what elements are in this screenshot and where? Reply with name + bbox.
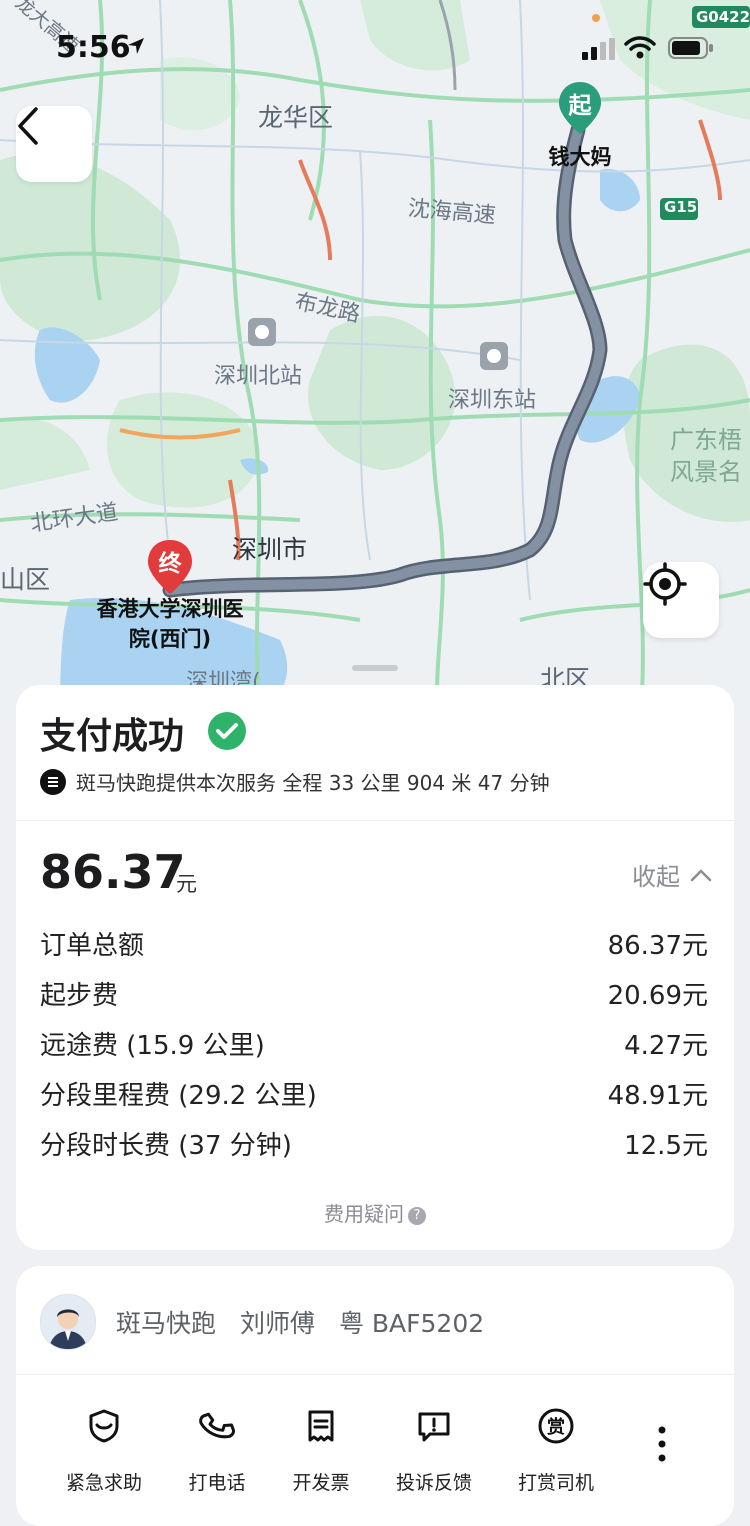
status-bar: 5:56 [0, 0, 750, 90]
tip-driver-button[interactable]: 赏 打赏司机 [496, 1406, 616, 1495]
end-location-line1: 香港大学深圳医 [96, 597, 244, 621]
locate-button[interactable] [643, 562, 719, 638]
fee-value: 86.37元 [607, 931, 708, 961]
map-label-shenzhen: 深圳市 [232, 535, 308, 564]
more-button[interactable] [656, 1424, 668, 1468]
more-dots-icon [658, 1426, 666, 1462]
paid-amount-unit: 元 [176, 872, 197, 896]
fee-value: 20.69元 [607, 981, 708, 1011]
cellular-signal-icon [582, 38, 615, 60]
fee-row: 分段里程费 (29.2 公里) 48.91元 [40, 1075, 708, 1112]
map-label-sz-east: 深圳东站 [448, 388, 537, 413]
action-label: 打电话 [188, 1472, 246, 1494]
driver-info: 斑马快跑 刘师傅 粤 BAF5202 [40, 1294, 500, 1350]
collapse-label: 收起 [632, 863, 680, 891]
fee-label: 起步费 [40, 981, 119, 1011]
action-label: 投诉反馈 [395, 1472, 472, 1494]
fee-label: 分段时长费 (37 分钟) [40, 1131, 292, 1161]
fee-value: 4.27元 [624, 1031, 708, 1061]
route-map[interactable]: 龙华区 沈海高速 布龙路 深圳北站 深圳东站 北环大道 深圳市 山区 深圳湾( … [0, 0, 750, 720]
success-check-icon [208, 712, 246, 750]
license-plate: 粤 BAF5202 [338, 1309, 485, 1338]
start-location-name: 钱大妈 [548, 145, 612, 169]
fee-question-label: 费用疑问 [324, 1202, 404, 1226]
back-arrow-icon [18, 107, 38, 145]
battery-icon [668, 37, 713, 59]
divider [16, 1374, 734, 1375]
fee-row: 订单总额 86.37元 [40, 925, 708, 962]
start-pin-badge: 起 [568, 93, 592, 119]
map-label-longhua: 龙华区 [258, 103, 334, 132]
invoice-button[interactable]: 开发票 [261, 1406, 381, 1495]
back-button[interactable] [16, 106, 92, 182]
driver-card: 斑马快跑 刘师傅 粤 BAF5202 紧急求助 打电话 开发票 投诉反馈 赏 打… [16, 1266, 734, 1526]
end-location-line2: 院(西门) [128, 627, 212, 651]
question-mark-icon: ? [408, 1206, 426, 1225]
service-line: 斑马快跑提供本次服务 全程 33 公里 904 米 47 分钟 [76, 771, 550, 795]
end-pin-badge: 终 [158, 551, 182, 577]
status-time: 5:56 [56, 30, 131, 65]
svg-text:赏: 赏 [547, 1416, 565, 1438]
complaint-button[interactable]: 投诉反馈 [374, 1406, 494, 1495]
driver-name: 刘师傅 [239, 1309, 315, 1338]
end-location-name: 香港大学深圳医 院(西门) [70, 594, 270, 654]
phone-icon [199, 1412, 235, 1439]
call-button[interactable]: 打电话 [157, 1406, 277, 1495]
map-label-fengjing: 风景名 [670, 458, 742, 486]
crosshair-icon [643, 562, 687, 606]
fee-label: 分段里程费 (29.2 公里) [40, 1081, 317, 1111]
payment-title: 支付成功 [40, 716, 185, 757]
action-label: 紧急求助 [65, 1472, 142, 1494]
tip-icon: 赏 [538, 1408, 574, 1444]
fee-row: 分段时长费 (37 分钟) 12.5元 [40, 1125, 708, 1162]
collapse-button[interactable]: 收起 [632, 857, 712, 892]
fee-label: 远途费 (15.9 公里) [40, 1031, 265, 1061]
map-label-shanqu: 山区 [0, 565, 51, 594]
divider [16, 820, 734, 821]
fee-value: 48.91元 [607, 1081, 708, 1111]
payment-card: 支付成功 斑马快跑提供本次服务 全程 33 公里 904 米 47 分钟 86.… [16, 685, 734, 1250]
action-label: 开发票 [292, 1472, 350, 1494]
driver-avatar [40, 1294, 96, 1350]
driver-company: 斑马快跑 [116, 1309, 217, 1338]
wifi-icon [624, 36, 656, 59]
location-arrow-icon [128, 38, 144, 54]
zebra-logo-icon [40, 768, 66, 795]
service-info: 斑马快跑提供本次服务 全程 33 公里 904 米 47 分钟 [40, 767, 550, 796]
map-label-guangdong: 广东梧 [670, 426, 742, 454]
sheet-handle[interactable] [352, 665, 398, 671]
paid-amount: 86.37 [40, 845, 186, 899]
complaint-icon [418, 1412, 450, 1442]
action-label: 打赏司机 [517, 1472, 594, 1494]
fee-row: 远途费 (15.9 公里) 4.27元 [40, 1025, 708, 1062]
map-label-sz-north: 深圳北站 [214, 364, 303, 389]
fee-value: 12.5元 [624, 1131, 708, 1161]
map-label-g15: G15 [664, 198, 698, 216]
fee-row: 起步费 20.69元 [40, 975, 708, 1012]
invoice-icon [308, 1410, 334, 1442]
chevron-up-icon [690, 869, 712, 881]
shield-icon [89, 1409, 119, 1443]
fee-question-link[interactable]: 费用疑问? [16, 1198, 734, 1227]
emergency-button[interactable]: 紧急求助 [44, 1406, 164, 1495]
fee-label: 订单总额 [40, 931, 145, 961]
